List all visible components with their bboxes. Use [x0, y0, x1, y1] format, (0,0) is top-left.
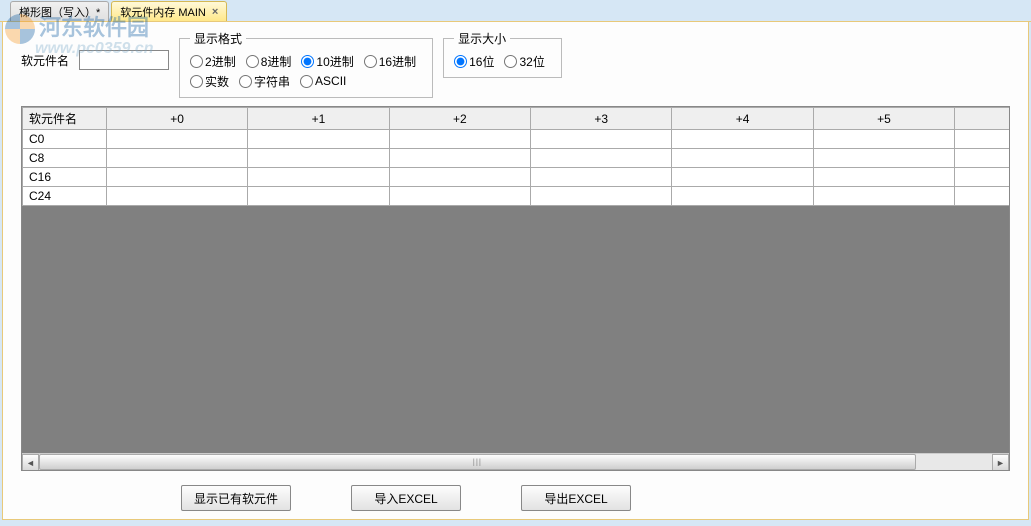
col-header[interactable]: +6: [955, 108, 1010, 130]
format-row-2: 实数 字符串 ASCII: [190, 71, 422, 91]
device-name-label: 软元件名: [21, 30, 69, 69]
scroll-left-icon[interactable]: ◄: [22, 454, 39, 471]
row-device-name[interactable]: C24: [23, 187, 107, 206]
export-excel-button[interactable]: 导出EXCEL: [521, 485, 631, 511]
display-size-group: 显示大小 16位 32位: [443, 30, 562, 78]
cell[interactable]: [531, 168, 672, 187]
cell[interactable]: [813, 149, 954, 168]
cell[interactable]: [106, 187, 247, 206]
tab-label: 梯形图（写入）*: [19, 4, 100, 20]
radio-10jin[interactable]: 10进制: [301, 53, 353, 70]
col-header[interactable]: +5: [813, 108, 954, 130]
scroll-thumb[interactable]: [39, 454, 916, 470]
radio-ascii[interactable]: ASCII: [300, 74, 346, 88]
table-row: C0: [23, 130, 1011, 149]
tab-device-memory-main[interactable]: 软元件内存 MAIN ×: [111, 1, 227, 21]
radio-16bit[interactable]: 16位: [454, 53, 494, 70]
cell[interactable]: [248, 149, 389, 168]
radio-real[interactable]: 实数: [190, 73, 229, 90]
radio-2jin[interactable]: 2进制: [190, 53, 236, 70]
cell[interactable]: [106, 168, 247, 187]
cell[interactable]: [813, 130, 954, 149]
scroll-track[interactable]: [39, 454, 992, 470]
cell[interactable]: [389, 130, 530, 149]
show-used-devices-button[interactable]: 显示已有软元件: [181, 485, 291, 511]
cell[interactable]: [106, 149, 247, 168]
table-empty-area: [22, 206, 1009, 453]
memory-table: 软元件名 +0 +1 +2 +3 +4 +5 +6 + C0C8C16C24: [22, 107, 1010, 206]
size-row: 16位 32位: [454, 51, 551, 71]
cell[interactable]: [531, 187, 672, 206]
memory-table-container: 软元件名 +0 +1 +2 +3 +4 +5 +6 + C0C8C16C24 ◄…: [21, 106, 1010, 471]
cell[interactable]: [955, 149, 1010, 168]
cell[interactable]: [389, 168, 530, 187]
device-name-input[interactable]: [79, 50, 169, 70]
display-size-legend: 显示大小: [454, 30, 510, 47]
cell[interactable]: [106, 130, 247, 149]
cell[interactable]: [672, 187, 813, 206]
cell[interactable]: [955, 168, 1010, 187]
controls-row: 软元件名 显示格式 2进制 8进制 10进制 16进制 实数 字符串 ASCII…: [21, 30, 1010, 98]
row-device-name[interactable]: C0: [23, 130, 107, 149]
cell[interactable]: [389, 187, 530, 206]
tab-ladder[interactable]: 梯形图（写入）*: [10, 1, 109, 21]
col-header[interactable]: +3: [531, 108, 672, 130]
format-row-1: 2进制 8进制 10进制 16进制: [190, 51, 422, 71]
table-row: C24: [23, 187, 1011, 206]
col-header[interactable]: +4: [672, 108, 813, 130]
radio-16jin[interactable]: 16进制: [364, 53, 416, 70]
cell[interactable]: [672, 130, 813, 149]
radio-32bit[interactable]: 32位: [504, 53, 544, 70]
cell[interactable]: [248, 168, 389, 187]
cell[interactable]: [672, 168, 813, 187]
display-format-legend: 显示格式: [190, 30, 246, 47]
close-icon[interactable]: ×: [212, 6, 218, 18]
button-row: 显示已有软元件 导入EXCEL 导出EXCEL: [181, 485, 1010, 511]
cell[interactable]: [248, 187, 389, 206]
col-header[interactable]: +1: [248, 108, 389, 130]
cell[interactable]: [813, 187, 954, 206]
radio-string[interactable]: 字符串: [239, 73, 290, 90]
display-format-group: 显示格式 2进制 8进制 10进制 16进制 实数 字符串 ASCII: [179, 30, 433, 98]
import-excel-button[interactable]: 导入EXCEL: [351, 485, 461, 511]
cell[interactable]: [955, 130, 1010, 149]
horizontal-scrollbar[interactable]: ◄ ►: [22, 453, 1009, 470]
tab-bar: 梯形图（写入）* 软元件内存 MAIN ×: [0, 0, 1031, 22]
radio-8jin[interactable]: 8进制: [246, 53, 292, 70]
cell[interactable]: [531, 149, 672, 168]
cell[interactable]: [531, 130, 672, 149]
cell[interactable]: [248, 130, 389, 149]
cell[interactable]: [389, 149, 530, 168]
col-header[interactable]: +0: [106, 108, 247, 130]
row-device-name[interactable]: C8: [23, 149, 107, 168]
table-row: C8: [23, 149, 1011, 168]
row-device-name[interactable]: C16: [23, 168, 107, 187]
col-header-device-name[interactable]: 软元件名: [23, 108, 107, 130]
cell[interactable]: [813, 168, 954, 187]
col-header[interactable]: +2: [389, 108, 530, 130]
table-row: C16: [23, 168, 1011, 187]
tab-label: 软元件内存 MAIN: [120, 4, 206, 20]
cell[interactable]: [955, 187, 1010, 206]
table-body: C0C8C16C24: [23, 130, 1011, 206]
scroll-right-icon[interactable]: ►: [992, 454, 1009, 471]
cell[interactable]: [672, 149, 813, 168]
table-header-row: 软元件名 +0 +1 +2 +3 +4 +5 +6 +: [23, 108, 1011, 130]
main-panel: 软元件名 显示格式 2进制 8进制 10进制 16进制 实数 字符串 ASCII…: [2, 22, 1029, 520]
